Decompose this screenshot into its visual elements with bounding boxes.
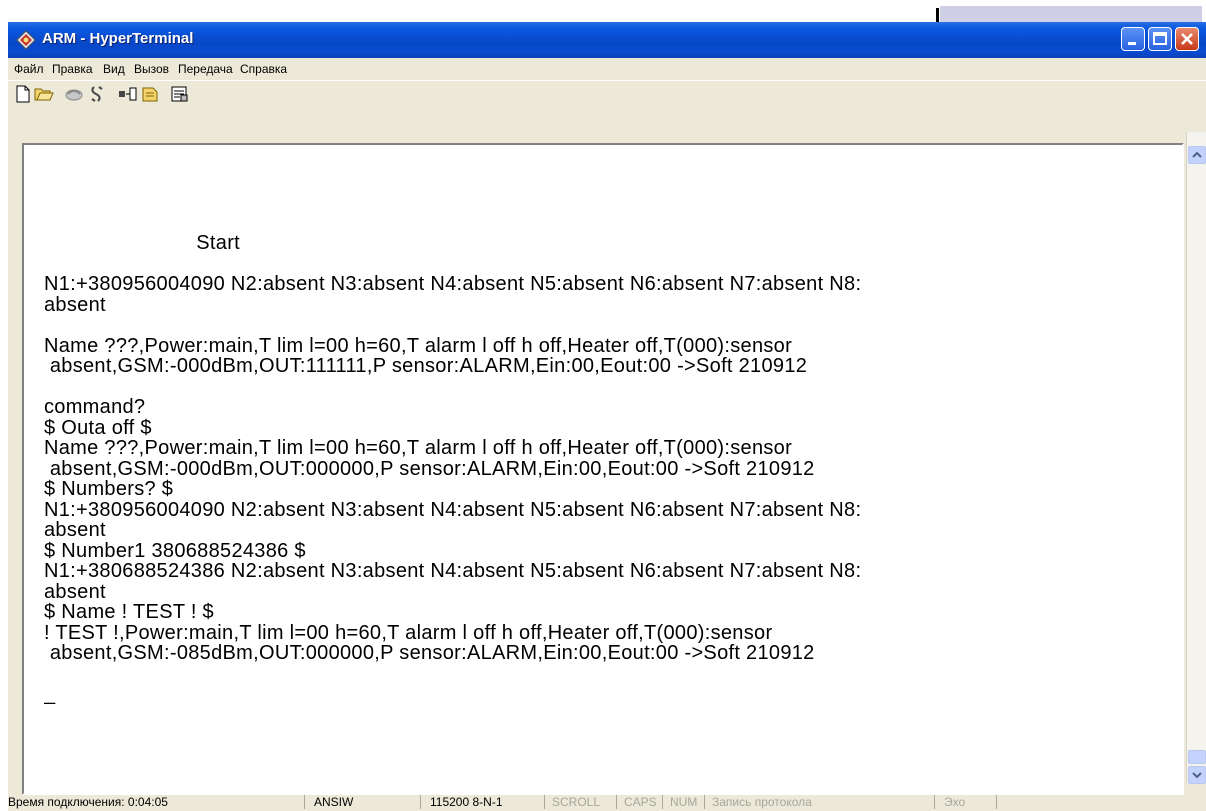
terminal-line: N1:+380956004090 N2:absent N3:absent N4:…: [44, 273, 862, 295]
status-connect-time: Время подключения: 0:04:05: [8, 795, 305, 809]
desktop-left-edge: [0, 22, 8, 811]
menu-view[interactable]: Вид: [103, 62, 125, 76]
maximize-icon: [1153, 32, 1167, 45]
terminal-line: $ Numbers? $: [44, 478, 174, 500]
disconnect-icon: [91, 86, 103, 102]
menu-bar: Файл Правка Вид Вызов Передача Справка: [8, 58, 1206, 80]
window-title: ARM - HyperTerminal: [42, 30, 194, 47]
title-bar[interactable]: ARM - HyperTerminal: [8, 22, 1206, 58]
echo-indicator: Эхо: [944, 795, 966, 809]
chevron-down-icon: [1192, 772, 1202, 779]
menu-transfer[interactable]: Передача: [178, 62, 233, 76]
new-connection-button[interactable]: [14, 85, 32, 103]
hyperterminal-app-icon: [16, 30, 36, 50]
send-icon: [119, 87, 137, 101]
terminal-line: Name ???,Power:main,T lim l=00 h=60,T al…: [44, 334, 793, 357]
send-button[interactable]: [118, 85, 137, 103]
chevron-up-icon: [1192, 151, 1202, 158]
menu-file[interactable]: Файл: [14, 62, 44, 76]
terminal-line: absent,GSM:-085dBm,OUT:000000,P sensor:A…: [44, 642, 815, 664]
receive-icon: [142, 87, 158, 102]
close-icon: [1181, 33, 1193, 45]
terminal-line: absent,GSM:-000dBm,OUT:111111,P sensor:A…: [44, 355, 808, 377]
hyperterminal-window: ARM - HyperTerminal Файл Правка Вид Вызо…: [8, 22, 1206, 811]
scroll-up-button[interactable]: [1188, 146, 1206, 164]
open-folder-icon: [34, 88, 54, 101]
port-settings-text: 115200 8-N-1: [430, 795, 503, 809]
terminal-line: N1:+380956004090 N2:absent N3:absent N4:…: [44, 498, 862, 521]
status-caps: CAPS: [618, 795, 663, 809]
terminal-output: Start N1:+380956004090 N2:absent N3:absen…: [44, 151, 1174, 791]
minimize-button[interactable]: [1121, 27, 1145, 51]
properties-icon: [171, 86, 188, 102]
minimize-icon: [1128, 42, 1136, 45]
num-indicator: NUM: [670, 795, 698, 809]
terminal-line: Name ???,Power:main,T lim l=00 h=60,T al…: [44, 437, 793, 459]
properties-button[interactable]: [170, 85, 188, 103]
status-echo: Эхо: [936, 795, 997, 809]
call-button[interactable]: [64, 85, 83, 103]
open-button[interactable]: [34, 85, 54, 103]
maximize-button[interactable]: [1148, 27, 1172, 51]
connect-icon: [65, 89, 83, 101]
terminal-line: Start: [44, 232, 241, 254]
capture-indicator: Запись протокола: [712, 795, 812, 809]
terminal-screen[interactable]: Start N1:+380956004090 N2:absent N3:absen…: [22, 143, 1184, 795]
receive-button[interactable]: [140, 85, 158, 103]
status-port-settings: 115200 8-N-1: [422, 795, 545, 809]
connect-time-text: Время подключения: 0:04:05: [8, 795, 168, 809]
status-emulation: ANSIW: [306, 795, 421, 809]
vertical-scrollbar[interactable]: [1186, 132, 1206, 784]
status-scroll: SCROLL: [546, 795, 617, 809]
scroll-indicator: SCROLL: [552, 795, 601, 809]
emulation-text: ANSIW: [314, 795, 354, 809]
terminal-line: _: [44, 683, 56, 705]
disconnect-button[interactable]: [88, 85, 106, 103]
terminal-line: ! TEST !,Power:main,T lim l=00 h=60,T al…: [44, 621, 773, 644]
toolbar: [8, 80, 1206, 107]
menu-help[interactable]: Справка: [240, 62, 287, 76]
terminal-line: $ Number1 380688524386 $: [44, 539, 306, 562]
close-button[interactable]: [1175, 27, 1199, 51]
terminal-line: N1:+380688524386 N2:absent N3:absent N4:…: [44, 560, 862, 582]
desktop-background: [0, 0, 1206, 24]
status-num: NUM: [664, 795, 705, 809]
scroll-down-button[interactable]: [1188, 766, 1206, 784]
status-bar: Время подключения: 0:04:05 ANSIW 115200 …: [8, 793, 1206, 811]
new-file-icon: [16, 85, 30, 103]
terminal-line: absent: [44, 293, 106, 316]
terminal-line: absent: [44, 580, 106, 603]
desktop-item-edge: [936, 8, 939, 22]
terminal-line: absent,GSM:-000dBm,OUT:000000,P sensor:A…: [44, 457, 815, 480]
menu-call[interactable]: Вызов: [134, 62, 169, 76]
terminal-line: command?: [44, 396, 146, 418]
terminal-line: $ Outa off $: [44, 416, 152, 439]
status-capture: Запись протокола: [706, 795, 935, 809]
menu-edit[interactable]: Правка: [52, 62, 93, 76]
caps-indicator: CAPS: [624, 795, 657, 809]
terminal-line: absent: [44, 519, 106, 541]
terminal-line: $ Name ! TEST ! $: [44, 601, 214, 623]
scroll-thumb[interactable]: [1188, 750, 1206, 764]
